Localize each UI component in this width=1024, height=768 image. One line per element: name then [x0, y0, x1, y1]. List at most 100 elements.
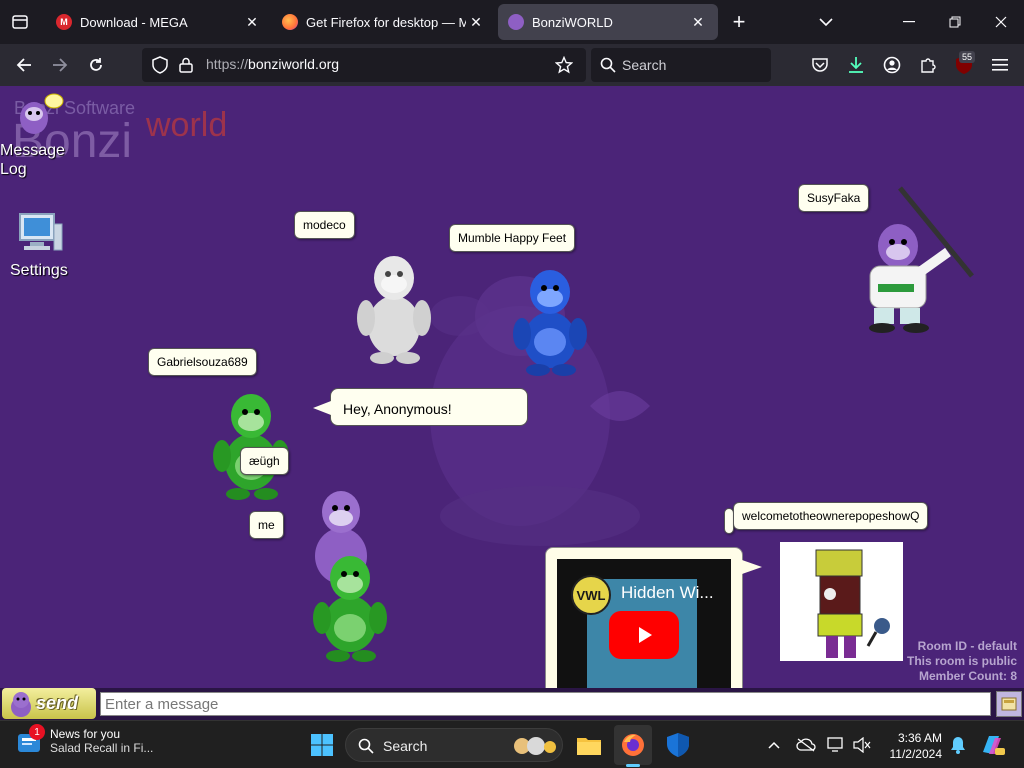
start-button[interactable] [308, 731, 336, 759]
notifications-button[interactable] [944, 731, 972, 759]
tab-title: Get Firefox for desktop — Mozilla [306, 14, 466, 30]
news-title: News for you [50, 727, 121, 741]
close-tab-icon[interactable]: ✕ [242, 12, 262, 32]
channel-avatar[interactable]: VWL [571, 575, 611, 615]
taskbar-search-label: Search [383, 738, 428, 754]
username-bubble: SusyFaka [798, 184, 870, 212]
close-tab-icon[interactable]: ✕ [688, 12, 708, 32]
app-menu-button[interactable] [986, 52, 1014, 78]
address-bar[interactable]: https://bonziworld.org [142, 48, 586, 82]
news-widget[interactable]: 1 News for you Salad Recall in Fi... [14, 724, 153, 757]
minimize-icon [903, 21, 915, 23]
youtube-play-button[interactable] [609, 611, 679, 659]
copilot-button[interactable] [978, 731, 1006, 759]
pocket-button[interactable] [806, 52, 834, 78]
copilot-icon [983, 736, 1005, 755]
speech-bubble-tail [313, 401, 331, 415]
volume-button[interactable] [848, 731, 876, 759]
weather-news-icon: 1 [14, 724, 45, 757]
mega-icon: M [56, 14, 72, 30]
tab-mega[interactable]: M Download - MEGA ✕ [46, 4, 272, 40]
list-all-tabs-button[interactable] [814, 10, 838, 34]
onedrive-button[interactable] [792, 731, 820, 759]
taskbar-search[interactable]: Search [345, 728, 563, 762]
bonzi-character-green-gabriel[interactable] [208, 386, 294, 502]
bell-icon [951, 737, 965, 754]
show-hidden-icons-button[interactable] [760, 731, 788, 759]
custom-character-image[interactable] [780, 542, 903, 661]
hamburger-menu-icon [992, 59, 1008, 71]
emote-button[interactable] [996, 691, 1022, 717]
news-badge: 1 [29, 724, 45, 740]
settings-icon [19, 213, 63, 251]
firefox-taskbar-button[interactable] [619, 731, 647, 759]
clock-time: 3:36 AM [897, 731, 942, 745]
tab-firefox[interactable]: Get Firefox for desktop — Mozilla ✕ [272, 4, 496, 40]
system-clock[interactable]: 3:36 AM 11/2/2024 [880, 730, 943, 762]
cloud-offline-icon [796, 738, 816, 752]
bonziworld-page: Bonzi Software Bonzi world Message Log Se… [0, 86, 1024, 720]
search-placeholder: Search [622, 57, 667, 73]
account-icon [883, 56, 901, 74]
chat-bar: send [0, 688, 1024, 720]
search-icon [358, 738, 374, 754]
folder-icon [577, 738, 601, 755]
room-id: Room ID - default [917, 639, 1017, 653]
url-text[interactable]: https://bonziworld.org [206, 56, 339, 72]
extensions-button[interactable] [914, 52, 942, 78]
tab-title: BonziWORLD [532, 14, 613, 30]
bookmark-star-icon[interactable] [555, 56, 573, 74]
lock-icon[interactable] [177, 56, 195, 74]
file-explorer-button[interactable] [575, 731, 603, 759]
shield-icon[interactable] [151, 56, 169, 74]
message-log-label: Message Log [0, 142, 65, 178]
message-log-shortcut[interactable]: Message Log [0, 92, 65, 179]
room-visibility: This room is public [906, 654, 1017, 668]
chevron-up-icon [768, 741, 780, 749]
network-button[interactable] [822, 731, 850, 759]
minimize-button[interactable] [886, 6, 932, 38]
speech-bubble-tail [742, 560, 762, 574]
url-host: bonziworld.org [248, 56, 340, 72]
extension-badge: 55 [959, 51, 976, 63]
bonzi-character-green-2[interactable] [308, 548, 392, 664]
arrow-left-icon [16, 58, 31, 72]
settings-shortcut[interactable]: Settings [10, 210, 68, 280]
send-button[interactable]: send [2, 688, 96, 719]
firefox-icon [622, 734, 644, 756]
new-tab-button[interactable]: + [727, 9, 751, 34]
message-log-icon [20, 93, 64, 134]
windows-logo-icon [311, 734, 333, 756]
bonzi-icon [508, 14, 524, 30]
url-scheme: https:// [206, 56, 249, 72]
bonzi-character-blue[interactable] [508, 262, 592, 378]
bonzi-character-susyfaka[interactable] [860, 186, 1000, 336]
search-bar[interactable]: Search [591, 48, 771, 82]
search-highlight-icon [514, 737, 556, 755]
defender-button[interactable] [664, 731, 692, 759]
reload-button[interactable] [82, 52, 110, 78]
close-tab-icon[interactable]: ✕ [466, 12, 486, 32]
close-icon [995, 16, 1007, 28]
tab-bonziworld[interactable]: BonziWORLD ✕ [498, 4, 718, 40]
search-icon [600, 57, 616, 73]
download-icon [849, 57, 863, 73]
back-button[interactable] [10, 52, 38, 78]
video-title[interactable]: Hidden Wi... [621, 583, 714, 603]
forward-button[interactable] [46, 52, 74, 78]
restore-button[interactable] [932, 6, 978, 38]
account-button[interactable] [878, 52, 906, 78]
speaker-muted-icon [853, 737, 871, 753]
member-count: Member Count: 8 [918, 669, 1017, 683]
reload-icon [90, 58, 102, 71]
speech-text: Hey, Anonymous! [343, 401, 452, 417]
tab-bar: M Download - MEGA ✕ Get Firefox for desk… [0, 0, 1024, 44]
navigation-bar: https://bonziworld.org Search 55 [0, 44, 1024, 86]
image-upload-icon [1001, 697, 1017, 711]
firefox-view-button[interactable] [8, 10, 32, 34]
message-input[interactable] [100, 692, 991, 716]
bonzi-character-white[interactable] [352, 246, 436, 366]
bonzi-send-icon [11, 692, 31, 717]
close-window-button[interactable] [978, 6, 1024, 38]
downloads-button[interactable] [842, 52, 870, 78]
